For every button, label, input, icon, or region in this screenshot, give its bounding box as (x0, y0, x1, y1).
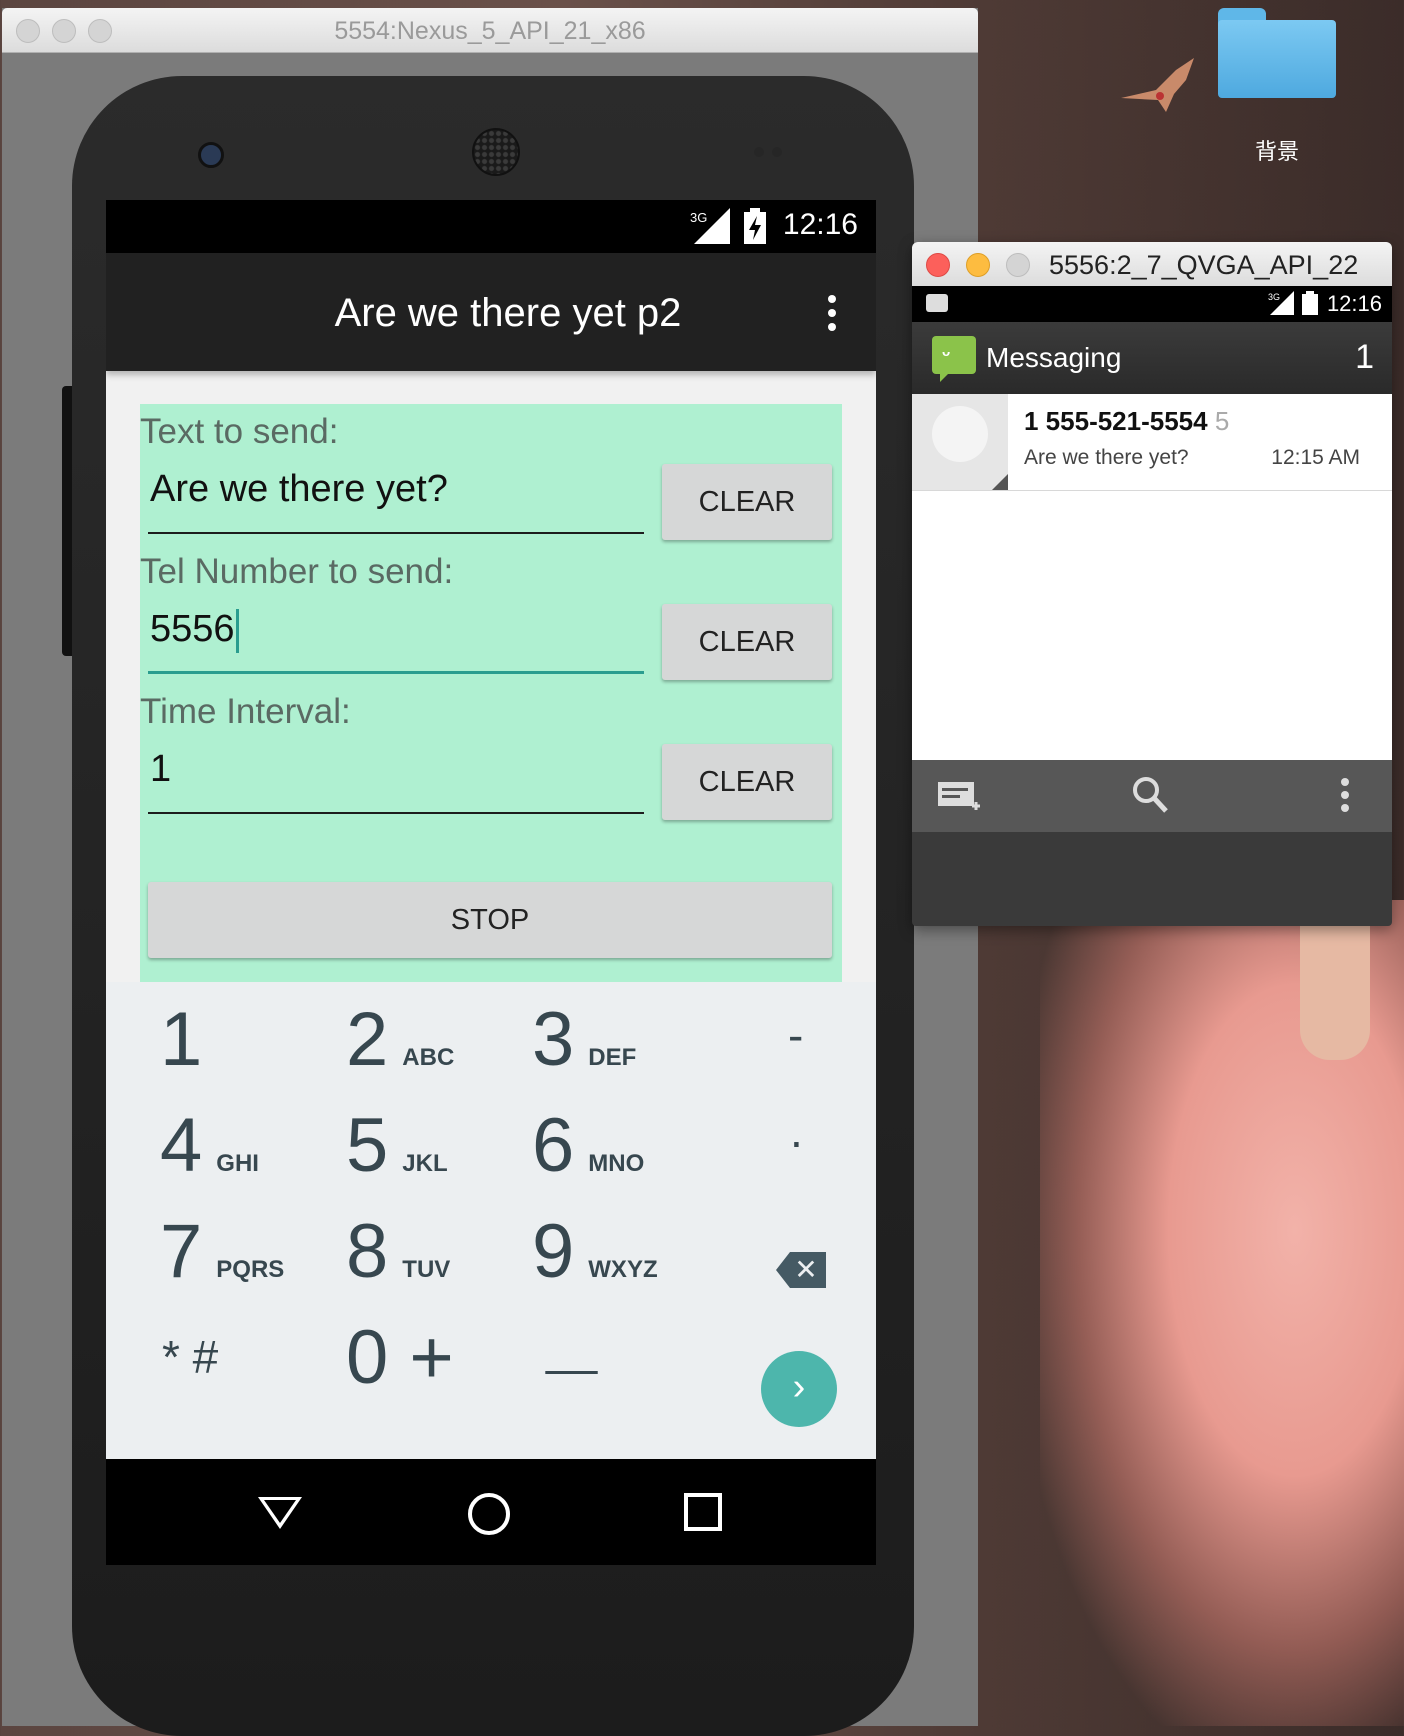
recent-apps-icon[interactable] (684, 1493, 722, 1531)
app-title: Are we there yet p2 (334, 291, 682, 335)
stop-button[interactable]: STOP (148, 882, 832, 958)
app-bar: Are we there yet p2 (106, 253, 876, 371)
messaging-bottom-bar (912, 760, 1392, 832)
android-nav-bar (106, 1459, 876, 1565)
window-titlebar-secondary[interactable]: 5556:2_7_QVGA_API_22 (912, 242, 1392, 286)
key-star-hash[interactable]: * # (162, 1330, 218, 1384)
search-icon[interactable] (1132, 776, 1168, 814)
tel-number-label: Tel Number to send: (140, 552, 454, 591)
folder-label[interactable]: 背景 (1218, 134, 1336, 166)
messaging-header: ᵕ Messaging 1 (912, 322, 1392, 394)
status-bar-secondary: 3G 12:16 (912, 286, 1392, 322)
home-icon[interactable] (468, 1493, 510, 1535)
key-4[interactable]: 4 GHI (160, 1102, 259, 1189)
conversation-time: 12:15 AM (1271, 446, 1360, 469)
go-next-icon[interactable]: › (761, 1351, 837, 1427)
window-title-secondary: 5556:2_7_QVGA_API_22 (1049, 250, 1359, 280)
key-8[interactable]: 8 TUV (346, 1208, 450, 1295)
text-to-send-label: Text to send: (140, 412, 339, 451)
time-interval-field[interactable]: 1 (148, 742, 644, 814)
sms-notification-icon (926, 294, 948, 312)
status-time: 12:16 (1326, 291, 1382, 316)
text-cursor (235, 608, 239, 653)
messaging-label: Messaging (986, 342, 1122, 373)
back-icon[interactable] (258, 1497, 302, 1529)
sms-form: Text to send: Are we there yet? CLEAR Te… (140, 404, 842, 982)
overflow-menu-icon[interactable] (826, 295, 838, 335)
text-to-send-field[interactable]: Are we there yet? (148, 462, 644, 534)
emulator-window-secondary: 5556:2_7_QVGA_API_22 3G 12:16 ᵕ Messagin… (912, 242, 1392, 926)
key-6[interactable]: 6 MNO (532, 1102, 644, 1189)
minimize-window-button[interactable] (966, 253, 990, 277)
key-5[interactable]: 5 JKL (346, 1102, 448, 1189)
clear-text-button[interactable]: CLEAR (662, 464, 832, 540)
key-period[interactable]: . (790, 1104, 803, 1158)
sensors (754, 144, 794, 158)
conversation-list: 1 555-521-5554 5 Are we there yet? 12:15… (912, 394, 1392, 760)
conversation-snippet: Are we there yet? (1024, 446, 1189, 469)
network-type: 3G (690, 210, 707, 225)
signal-3g-icon: 3G (1268, 291, 1294, 315)
folder-icon[interactable] (1218, 8, 1336, 98)
overflow-menu-icon[interactable] (1340, 778, 1350, 812)
side-button[interactable] (62, 386, 72, 656)
key-space[interactable]: __ (546, 1322, 597, 1376)
unread-count: 1 (1355, 338, 1374, 376)
status-bar: 3G 12:16 (106, 200, 876, 253)
window-titlebar[interactable]: 5554:Nexus_5_API_21_x86 (2, 8, 978, 53)
phone-screen: 3G 12:16 Are we there yet p2 Text to sen… (106, 200, 876, 1565)
clear-interval-button[interactable]: CLEAR (662, 744, 832, 820)
key-1[interactable]: 1 (160, 996, 202, 1083)
key-3[interactable]: 3 DEF (532, 996, 636, 1083)
conversation-sender: 1 555-521-5554 5 (1024, 406, 1230, 436)
window-title: 5554:Nexus_5_API_21_x86 (334, 17, 646, 45)
battery-charging-icon (1302, 291, 1318, 315)
clear-tel-button[interactable]: CLEAR (662, 604, 832, 680)
key-9[interactable]: 9 WXYZ (532, 1208, 658, 1295)
tel-number-value: 5556 (150, 608, 235, 650)
battery-charging-icon (744, 208, 766, 244)
key-7[interactable]: 7 PQRS (160, 1208, 284, 1295)
tel-number-field[interactable]: 5556 (148, 602, 644, 674)
network-type: 3G (1268, 292, 1280, 302)
speaker-grille (472, 128, 520, 176)
contact-avatar[interactable] (912, 394, 1008, 490)
key-0-plus[interactable]: 0 + (346, 1314, 454, 1401)
camera-icon (198, 142, 224, 168)
time-interval-label: Time Interval: (140, 692, 351, 731)
signal-3g-icon: 3G (690, 208, 730, 244)
conversation-row[interactable]: 1 555-521-5554 5 Are we there yet? 12:15… (912, 394, 1392, 491)
emulator-window-main: 5554:Nexus_5_API_21_x86 3G 12:16 Are we (2, 8, 978, 1736)
numeric-keypad: 1 2 ABC 3 DEF - 4 GHI 5 JKL 6 MNO . 7 PQRS 8 TU… (106, 982, 876, 1459)
messaging-app-icon: ᵕ (932, 336, 976, 382)
zoom-window-button[interactable] (1006, 253, 1030, 277)
new-message-icon[interactable] (938, 780, 982, 816)
message-count: 5 (1214, 406, 1230, 436)
status-time: 12:16 (782, 208, 858, 241)
phone-frame: 3G 12:16 Are we there yet p2 Text to sen… (62, 76, 914, 1736)
bird-icon[interactable] (1116, 50, 1198, 120)
close-window-button[interactable] (926, 253, 950, 277)
key-dash[interactable]: - (788, 1008, 803, 1062)
folder-body (1218, 20, 1336, 98)
key-2[interactable]: 2 ABC (346, 996, 454, 1083)
backspace-icon[interactable]: ✕ (776, 1252, 826, 1288)
